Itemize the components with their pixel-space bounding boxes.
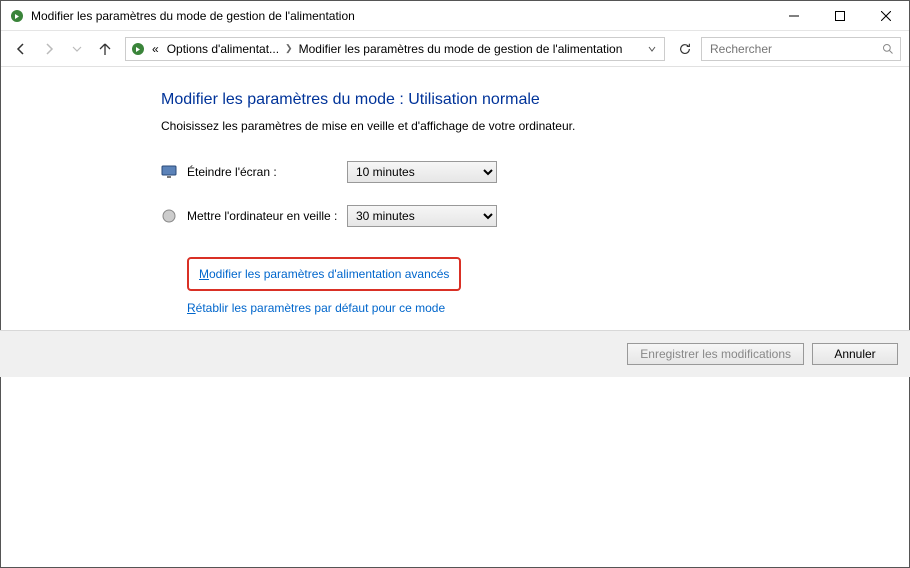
window-title: Modifier les paramètres du mode de gesti… [31, 9, 771, 23]
navbar: « Options d'alimentat... ❯ Modifier les … [1, 31, 909, 67]
breadcrumb-dropdown[interactable] [644, 45, 660, 53]
window-controls [771, 1, 909, 31]
search-box[interactable] [701, 37, 901, 61]
breadcrumb-prefix[interactable]: « [150, 42, 161, 56]
forward-button[interactable] [37, 37, 61, 61]
page-subtitle: Choisissez les paramètres de mise en vei… [161, 119, 869, 133]
search-input[interactable] [708, 41, 882, 57]
minimize-button[interactable] [771, 1, 817, 31]
save-button[interactable]: Enregistrer les modifications [627, 343, 804, 365]
cancel-button[interactable]: Annuler [812, 343, 898, 365]
moon-icon [161, 208, 177, 224]
breadcrumb-item[interactable]: Modifier les paramètres du mode de gesti… [297, 42, 625, 56]
breadcrumb[interactable]: « Options d'alimentat... ❯ Modifier les … [125, 37, 665, 61]
sleep-select[interactable]: 30 minutes [347, 205, 497, 227]
links-section: Modifier les paramètres d'alimentation a… [187, 257, 869, 317]
display-off-select[interactable]: 10 minutes [347, 161, 497, 183]
advanced-settings-link[interactable]: Modifier les paramètres d'alimentation a… [199, 265, 449, 283]
chevron-right-icon: ❯ [285, 43, 293, 54]
setting-label: Éteindre l'écran : [187, 165, 347, 179]
back-button[interactable] [9, 37, 33, 61]
restore-defaults-link[interactable]: Rétablir les paramètres par défaut pour … [187, 299, 445, 317]
footer: Enregistrer les modifications Annuler [0, 330, 910, 377]
setting-display-off: Éteindre l'écran : 10 minutes [161, 161, 869, 183]
titlebar: Modifier les paramètres du mode de gesti… [1, 1, 909, 31]
power-options-icon [130, 41, 146, 57]
search-icon [882, 43, 894, 55]
page-title: Modifier les paramètres du mode : Utilis… [161, 91, 869, 109]
power-options-icon [9, 8, 25, 24]
setting-label: Mettre l'ordinateur en veille : [187, 209, 347, 223]
setting-sleep: Mettre l'ordinateur en veille : 30 minut… [161, 205, 869, 227]
monitor-icon [161, 164, 177, 180]
highlight-box: Modifier les paramètres d'alimentation a… [187, 257, 461, 291]
breadcrumb-item[interactable]: Options d'alimentat... [165, 42, 281, 56]
up-button[interactable] [93, 37, 117, 61]
maximize-button[interactable] [817, 1, 863, 31]
refresh-button[interactable] [673, 37, 697, 61]
content-area: Modifier les paramètres du mode : Utilis… [1, 67, 909, 317]
close-button[interactable] [863, 1, 909, 31]
recent-locations-button[interactable] [65, 37, 89, 61]
